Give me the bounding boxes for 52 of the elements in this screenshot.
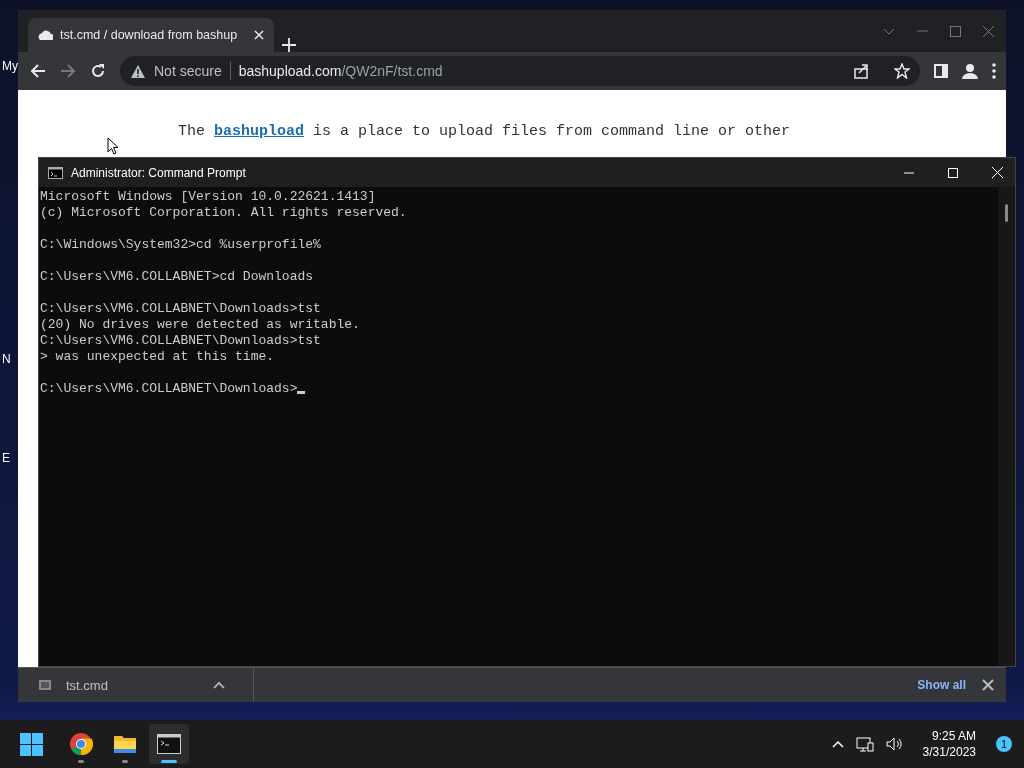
side-panel-icon[interactable] [934, 64, 948, 78]
security-label: Not secure [154, 63, 222, 79]
address-bar[interactable]: Not secure bashupload.com/QW2nF/tst.cmd [120, 56, 920, 86]
share-icon[interactable] [854, 63, 870, 79]
chevron-down-icon[interactable] [883, 27, 895, 35]
window-title: Administrator: Command Prompt [71, 165, 246, 180]
menu-icon[interactable] [992, 63, 996, 79]
tab-title: tst.cmd / download from bashup [60, 28, 239, 42]
profile-icon[interactable] [962, 63, 978, 79]
time-text: 9:25 AM [931, 729, 976, 743]
desktop-icon-label[interactable]: My [2, 59, 18, 73]
url-text: bashupload.com/QW2nF/tst.cmd [238, 63, 443, 79]
start-icon[interactable] [20, 732, 43, 756]
notification-badge[interactable]: 1 [996, 736, 1012, 752]
date-text: 3/31/2023 [922, 745, 976, 759]
browser-tab[interactable]: tst.cmd / download from bashup [28, 18, 274, 52]
close-icon[interactable] [982, 679, 994, 691]
scrollbar[interactable] [998, 187, 1015, 666]
download-item[interactable]: tst.cmd [18, 668, 254, 702]
reload-icon[interactable] [90, 63, 106, 79]
desktop-icon-label[interactable]: N [2, 352, 11, 366]
browser-icon [69, 732, 93, 756]
console-line: (20) No drives were detected as writable. [40, 317, 360, 332]
console-line: > was unexpected at this time. [40, 349, 275, 364]
forward-arrow-icon[interactable] [60, 63, 76, 79]
taskbar-app[interactable] [149, 724, 189, 764]
download-filename: tst.cmd [66, 677, 108, 693]
terminal-icon [48, 166, 63, 179]
new-tab-icon[interactable] [282, 38, 296, 52]
warning-icon [130, 63, 146, 79]
console-line: C:\Windows\System32>cd %userprofile% [40, 237, 321, 252]
bashupload-link[interactable]: bashupload [214, 123, 305, 140]
mouse-pointer-icon [107, 137, 119, 155]
star-icon[interactable] [894, 63, 910, 79]
terminal-icon [157, 732, 181, 756]
back-arrow-icon[interactable] [30, 63, 46, 79]
console-line: C:\Users\VM6.COLLABNET\Downloads>tst [40, 333, 321, 348]
file-icon [38, 679, 52, 691]
network-icon[interactable] [855, 736, 874, 752]
console-line: C:\Users\VM6.COLLABNET>cd Downloads [40, 269, 314, 284]
console-line: C:\Users\VM6.COLLABNET\Downloads>tst [40, 301, 321, 316]
show-all-link[interactable]: Show all [917, 678, 966, 692]
clock[interactable]: 9:25 AM 3/31/2023 [922, 729, 976, 759]
desktop-icon-label[interactable]: E [2, 451, 10, 465]
caret-icon[interactable] [213, 681, 225, 689]
console-line: Microsoft Windows [Version 10.0.22621.1413] [40, 189, 376, 204]
intro-paragraph: The bashupload is a place to upload files from command line or other [178, 122, 792, 142]
chevron-up-icon[interactable] [831, 740, 844, 748]
volume-icon[interactable] [885, 736, 903, 752]
cloud-icon [37, 28, 53, 42]
console-line: (c) Microsoft Corporation. All rights reserved. [40, 205, 407, 220]
console-line: C:\Users\VM6.COLLABNET\Downloads> [40, 381, 298, 396]
